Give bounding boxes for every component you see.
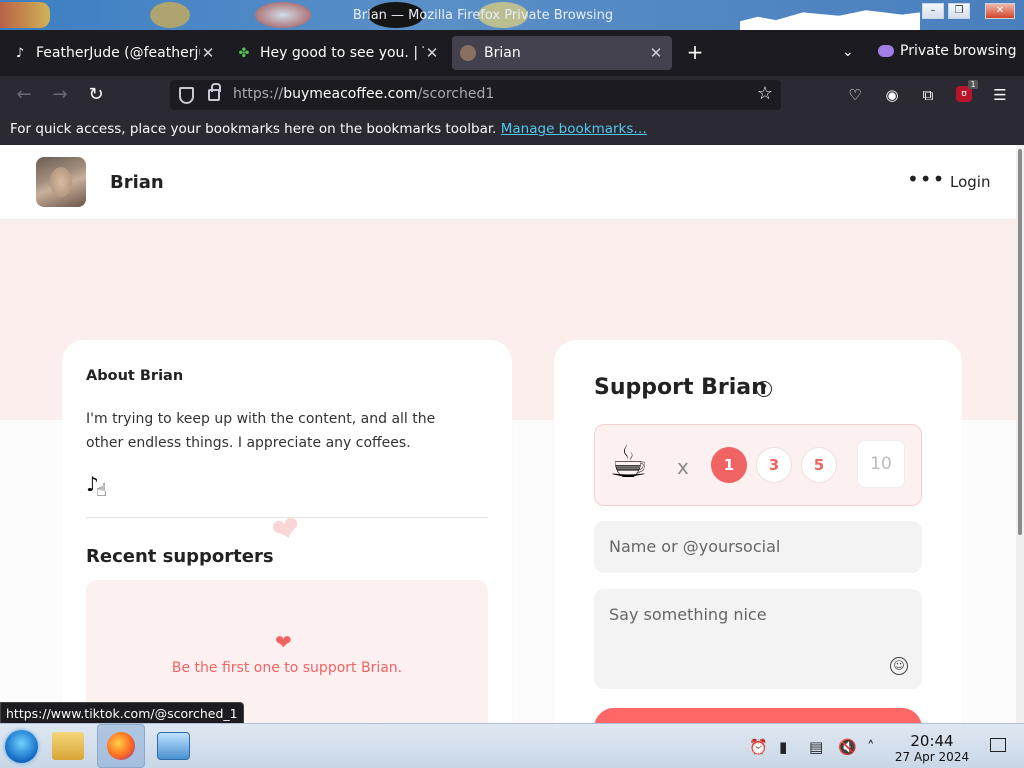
pocket-icon[interactable]: ♡	[845, 85, 865, 105]
tab-label: Hey good to see you. | Ti	[260, 45, 424, 61]
times-sign: x	[677, 455, 689, 479]
control-panel-icon[interactable]	[157, 732, 190, 760]
support-card: Support Brian ? ☕ x 1 3 5 10 Name or @yo…	[554, 340, 962, 723]
close-icon[interactable]: ✕	[648, 44, 664, 62]
clock-date: 27 Apr 2024	[894, 750, 970, 764]
file-manager-icon[interactable]	[52, 732, 84, 760]
support-title: Support Brian	[594, 375, 767, 400]
reload-button[interactable]: ↻	[85, 84, 107, 106]
ublock-extension-icon[interactable]: ʊ1	[956, 80, 978, 102]
manage-bookmarks-link[interactable]: Manage bookmarks…	[501, 121, 647, 137]
firefox-icon	[107, 732, 135, 760]
hand-cursor-icon: ☝	[96, 480, 107, 501]
new-tab-button[interactable]: +	[684, 42, 706, 64]
creator-avatar[interactable]	[36, 157, 86, 207]
first-supporter-text: Be the first one to support Brian.	[171, 660, 403, 676]
menu-icon[interactable]: ☰	[990, 85, 1010, 105]
help-icon[interactable]: ?	[756, 381, 772, 397]
window-title: Brian — Mozilla Firefox Private Browsing	[352, 8, 614, 23]
tab-brian[interactable]: Brian ✕	[452, 36, 672, 70]
close-window-button[interactable]: ✕	[985, 3, 1015, 19]
list-all-tabs-button[interactable]: ⌄	[842, 44, 854, 60]
heart-icon: ❤	[275, 630, 292, 654]
bookmarks-toolbar: For quick access, place your bookmarks h…	[0, 114, 1024, 145]
support-button[interactable]	[594, 708, 922, 723]
url-prefix: https://	[233, 86, 284, 102]
address-bar[interactable]: https://buymeacoffee.com/scorched1 ☆	[170, 80, 781, 110]
firefox-taskbar-item[interactable]	[97, 724, 145, 768]
scrollbar-thumb[interactable]	[1018, 149, 1022, 535]
coffee-quantity-selector: ☕ x 1 3 5 10	[594, 424, 922, 506]
back-button[interactable]: ←	[13, 84, 35, 106]
battery-icon[interactable]: ▮	[779, 738, 787, 756]
tab-label: Brian	[484, 45, 521, 61]
login-link[interactable]: Login	[950, 173, 990, 191]
tab-strip: ♪ FeatherJude (@featherjude ✕ ✤ Hey good…	[0, 30, 1024, 76]
bookmark-star-icon[interactable]: ☆	[757, 83, 773, 104]
quantity-3-button[interactable]: 3	[756, 447, 792, 483]
lock-icon[interactable]	[208, 83, 221, 101]
private-browsing-indicator: Private browsing	[878, 43, 1017, 59]
show-desktop-icon[interactable]	[990, 738, 1006, 752]
tiktok-icon: ♪	[15, 45, 25, 61]
custom-quantity-input[interactable]: 10	[857, 440, 905, 488]
name-input[interactable]: Name or @yoursocial	[594, 521, 922, 573]
quantity-5-button[interactable]: 5	[801, 447, 837, 483]
bookmarks-hint: For quick access, place your bookmarks h…	[10, 121, 497, 137]
creator-name: Brian	[110, 172, 164, 193]
recent-supporters-title: Recent supporters	[86, 546, 274, 567]
clover-icon: ✤	[238, 45, 250, 61]
tracking-protection-icon[interactable]	[179, 87, 194, 104]
message-placeholder: Say something nice	[609, 605, 767, 624]
muted-speaker-icon[interactable]: 🔇	[838, 738, 857, 756]
private-mask-icon	[878, 45, 894, 57]
tab-hey-good[interactable]: ✤ Hey good to see you. | Ti ✕	[228, 36, 448, 70]
tab-label: FeatherJude (@featherjude	[36, 45, 200, 61]
account-icon[interactable]: ◉	[882, 85, 902, 105]
forward-button[interactable]: →	[49, 84, 71, 106]
about-text: I'm trying to keep up with the content, …	[86, 411, 436, 451]
taskbar: ⏰ ▮ ▤ 🔇 ˄ 20:44 27 Apr 2024	[0, 723, 1024, 768]
start-button[interactable]	[5, 730, 38, 763]
about-title: About Brian	[86, 368, 184, 384]
link-status-url: https://www.tiktok.com/@scorched_1	[0, 702, 244, 725]
more-options-icon[interactable]: •••	[907, 167, 945, 191]
emoji-icon[interactable]: ☺	[890, 657, 908, 675]
message-input[interactable]: Say something nice ☺	[594, 589, 922, 689]
taskbar-clock[interactable]: 20:44 27 Apr 2024	[890, 732, 974, 764]
url-domain: buymeacoffee.com	[283, 86, 418, 102]
clipboard-icon[interactable]: ▤	[809, 738, 823, 756]
private-browsing-label: Private browsing	[900, 43, 1017, 59]
alarm-icon[interactable]: ⏰	[749, 738, 768, 756]
url-text[interactable]: https://buymeacoffee.com/scorched1	[233, 86, 494, 102]
close-icon[interactable]: ✕	[424, 44, 440, 62]
page-scrollbar[interactable]	[1016, 145, 1024, 723]
coffee-cup-icon: ☕	[609, 437, 649, 488]
window-title-bar: Brian — Mozilla Firefox Private Browsing…	[0, 0, 1024, 30]
minimize-button[interactable]: –	[922, 3, 944, 19]
extensions-icon[interactable]: ⧉	[918, 85, 938, 105]
tray-expand-icon[interactable]: ˄	[867, 738, 875, 756]
extension-badge-count: 1	[968, 80, 978, 89]
navigation-toolbar: ← → ↻ https://buymeacoffee.com/scorched1…	[0, 76, 1024, 114]
site-header: Brian ••• Login	[0, 145, 1016, 220]
url-path: /scorched1	[417, 86, 495, 102]
close-icon[interactable]: ✕	[200, 44, 216, 62]
maximize-button[interactable]: ❐	[948, 3, 970, 19]
avatar-icon	[460, 45, 476, 61]
tab-featherjude[interactable]: ♪ FeatherJude (@featherjude ✕	[4, 36, 224, 70]
page-content: Brian ••• Login About Brian I'm trying t…	[0, 145, 1016, 723]
clock-time: 20:44	[910, 732, 954, 750]
quantity-1-button[interactable]: 1	[711, 447, 747, 483]
